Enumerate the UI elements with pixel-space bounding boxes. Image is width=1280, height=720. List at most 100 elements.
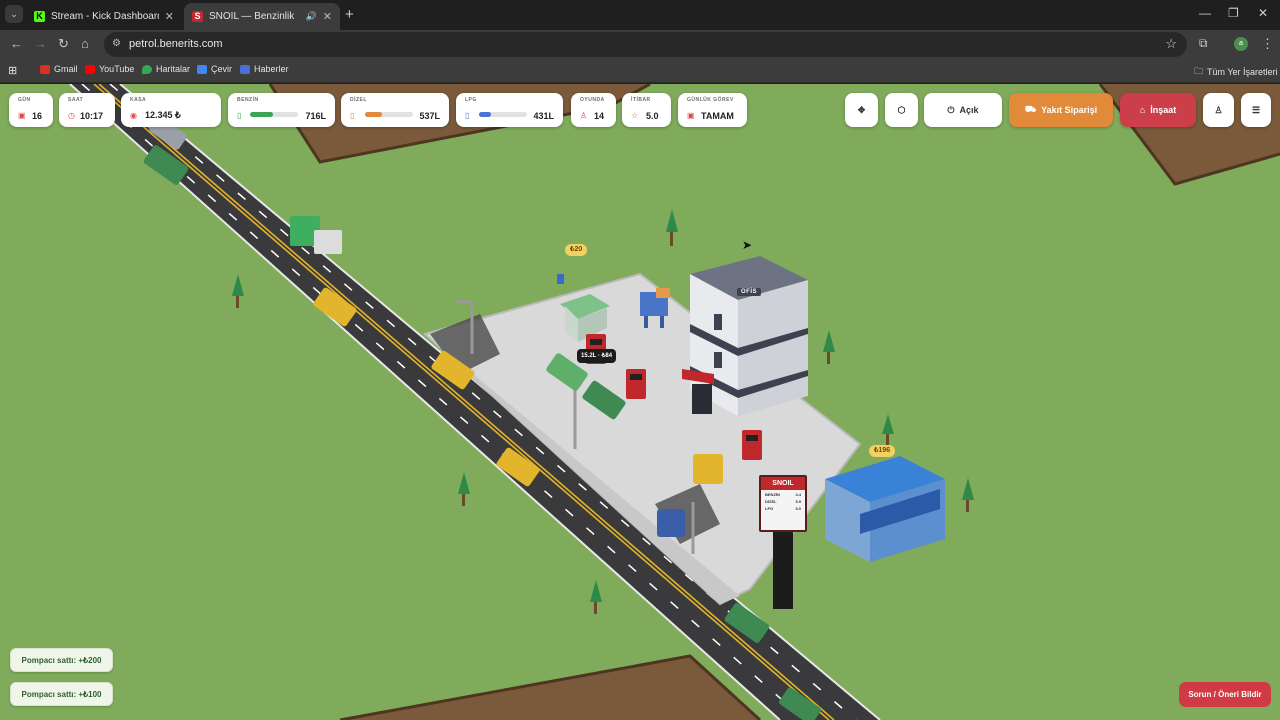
all-bookmarks[interactable]: 🗀 Tüm Yer İşaretleri (1194, 64, 1278, 80)
stat-value: 12.345 ₺ (145, 110, 181, 120)
stat-lpg: LPG ▯ 431L (456, 93, 563, 127)
site-info-icon[interactable]: ⚙ (112, 38, 121, 49)
sign-fuel-price: 5.5 (795, 499, 801, 504)
sign-pole (773, 524, 793, 609)
profile-avatar[interactable]: a (1234, 37, 1248, 51)
extensions-icon[interactable]: ⧉ (1199, 36, 1208, 51)
stat-time: SAAT ◷ 10:17 (59, 93, 115, 127)
stat-daily-task[interactable]: GÜNLÜK GÖREV ▣ TAMAM (678, 93, 747, 127)
fuel-order-button[interactable]: ⛟ Yakıt Siparişi (1009, 93, 1113, 127)
bookmark-label: YouTube (99, 64, 135, 74)
sign-brand: SNOIL (761, 477, 805, 490)
translate-icon (197, 64, 207, 74)
cube-icon: ⬡ (897, 104, 906, 115)
stat-label: KASA (130, 97, 147, 103)
move-tool-button[interactable]: ✥ (845, 93, 878, 127)
diesel-level-bar (365, 112, 413, 117)
home-icon[interactable]: ⌂ (81, 36, 89, 51)
rotate-view-button[interactable]: ⬡ (885, 93, 918, 127)
stat-value: 537L (419, 111, 440, 121)
stat-value: 10:17 (80, 111, 104, 121)
profile-button[interactable]: ♙ (1203, 93, 1234, 127)
pump-readout: 15.2L · ₺84 (577, 349, 617, 363)
tab-strip: ⌄ K Stream - Kick Dashboard ✕ S SNOIL — … (0, 0, 1280, 30)
bookmark-news[interactable]: Haberler (240, 64, 289, 74)
fuel-can-icon: ▯ (237, 111, 242, 120)
stat-diesel: DİZEL ▯ 537L (341, 93, 449, 127)
stat-value: 5.0 (646, 111, 659, 121)
menu-icon[interactable]: ⋮ (1261, 36, 1274, 52)
stat-label: SAAT (68, 97, 84, 103)
tab-snoil[interactable]: S SNOIL — Benzinlik 🔊 ✕ (184, 3, 340, 30)
fuel-pump-2[interactable] (626, 369, 646, 399)
browser-toolbar: ← → ↻ ⌂ ⚙ petrol.benerits.com ☆ (0, 30, 1280, 59)
stat-label: DİZEL (350, 97, 367, 103)
url-text[interactable]: petrol.benerits.com (129, 38, 223, 50)
close-window-icon[interactable]: ✕ (1258, 6, 1268, 20)
isometric-scene[interactable] (0, 84, 1280, 720)
star-icon: ☆ (631, 111, 639, 120)
gasoline-level-fill (250, 112, 274, 117)
reload-icon[interactable]: ↻ (58, 36, 69, 52)
bookmark-label: Haritalar (156, 64, 191, 74)
stat-value: 716L (305, 111, 326, 121)
price-sign: SNOIL BENZİN 4.4 DİZEL 5.5 LPG 5.0 (759, 475, 807, 532)
bookmark-youtube[interactable]: YouTube (85, 64, 134, 74)
restore-icon[interactable]: ❐ (1228, 6, 1239, 20)
fuel-can-icon: ▯ (350, 111, 355, 120)
fuel-pump-3[interactable] (742, 430, 762, 460)
sign-row: LPG 5.0 (761, 506, 805, 511)
gasoline-level-bar (250, 112, 298, 117)
calendar-icon: ▣ (18, 111, 26, 120)
toast-notification: Pompacı sattı: +₺100 (10, 682, 113, 706)
minimize-icon[interactable]: — (1199, 6, 1211, 20)
audio-icon[interactable]: 🔊 (306, 11, 317, 22)
bookmark-star-icon[interactable]: ☆ (1165, 36, 1177, 52)
car-wash[interactable] (825, 456, 945, 562)
coin-pickup[interactable]: ₺20 (565, 244, 588, 256)
address-bar[interactable]: ⚙ petrol.benerits.com ☆ (104, 32, 1187, 57)
bookmark-maps[interactable]: Haritalar (142, 64, 190, 74)
stat-cash: KASA ◉ 12.345 ₺ (121, 93, 221, 127)
farm-field-bottom (339, 654, 762, 720)
report-feedback-button[interactable]: Sorun / Öneri Bildir (1179, 682, 1271, 707)
new-tab-button[interactable]: + (345, 6, 354, 23)
back-icon[interactable]: ← (10, 36, 23, 51)
stat-value: 16 (32, 111, 43, 121)
coin-icon: ◉ (130, 111, 137, 120)
tab-title: Stream - Kick Dashboard (51, 11, 159, 22)
home-icon: ⌂ (1139, 105, 1146, 115)
bookmark-translate[interactable]: Çevir (197, 64, 232, 74)
close-tab-icon[interactable]: ✕ (323, 10, 332, 23)
lpg-level-fill (479, 112, 492, 117)
office-building[interactable] (682, 256, 808, 416)
stat-value: TAMAM (701, 111, 734, 121)
bookmark-label: Haberler (254, 64, 289, 74)
bookmark-gmail[interactable]: Gmail (40, 64, 78, 74)
stat-label: BENZİN (237, 97, 259, 103)
apps-icon[interactable]: ⊞ (8, 64, 17, 77)
tab-kick-dashboard[interactable]: K Stream - Kick Dashboard ✕ (26, 3, 182, 30)
calendar-icon: ▣ (687, 111, 695, 120)
clock-icon: ◷ (68, 111, 75, 120)
coin-pickup[interactable]: ₺196 (869, 445, 896, 457)
toast-notification: Pompacı sattı: +₺200 (10, 648, 113, 672)
bookmark-label: Gmail (54, 64, 78, 74)
bookmark-label: Çevir (211, 64, 233, 74)
stat-label: GÜN (18, 97, 31, 103)
folder-icon: 🗀 (1194, 66, 1204, 76)
stat-gasoline: BENZİN ▯ 716L (228, 93, 335, 127)
maps-icon (142, 64, 152, 74)
stat-label: GÜNLÜK GÖREV (687, 97, 734, 103)
build-button[interactable]: ⌂ İnşaat (1120, 93, 1196, 127)
forward-icon[interactable]: → (34, 36, 47, 51)
open-toggle-button[interactable]: ⏻ Açık (924, 93, 1002, 127)
sign-fuel-price: 5.0 (795, 506, 801, 511)
game-viewport[interactable]: ₺20 ₺196 15.2L · ₺84 OFİS SNOIL BENZİN 4.… (0, 84, 1280, 720)
settings-button[interactable]: ☰ (1241, 93, 1271, 127)
tab-search-button[interactable]: ⌄ (5, 5, 23, 23)
close-tab-icon[interactable]: ✕ (165, 10, 174, 23)
snoil-icon: S (192, 11, 203, 22)
sign-row: BENZİN 4.4 (761, 492, 805, 497)
user-icon: ♙ (1214, 104, 1223, 115)
